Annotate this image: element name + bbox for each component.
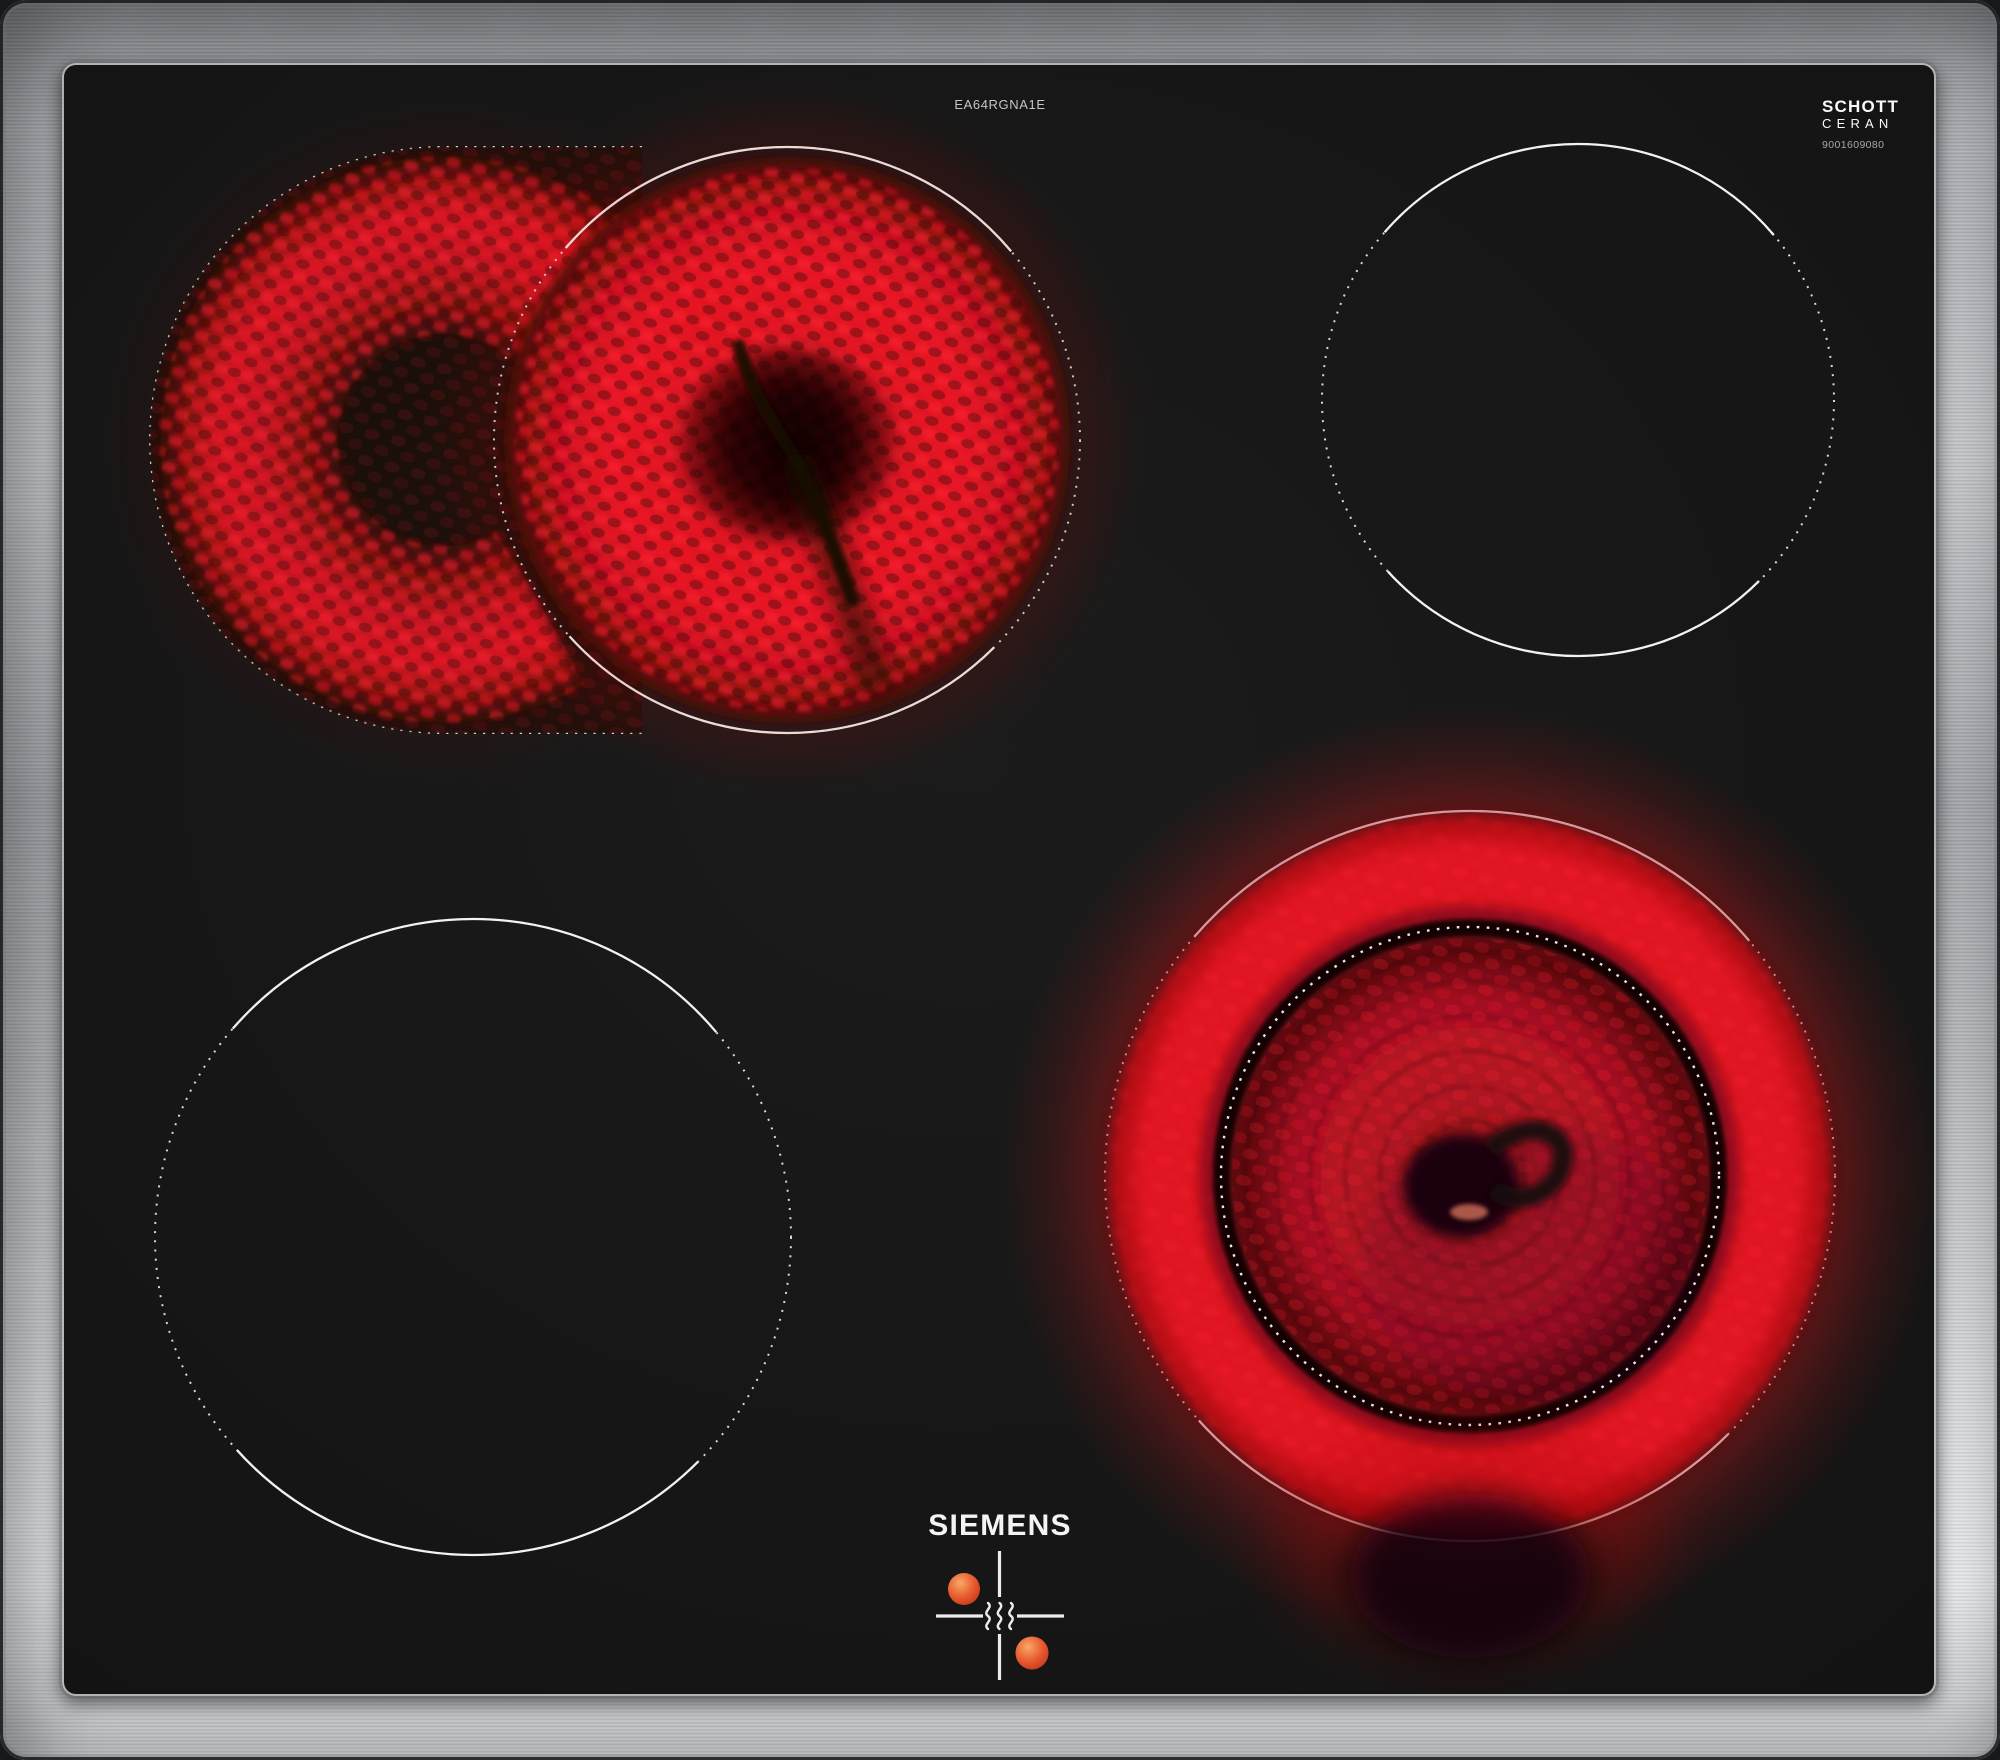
schott-logo-line1: SCHOTT [1822,97,1900,116]
glass-serial-number: 9001609080 [1822,139,1885,151]
zone-front-left-outline-solid [155,919,791,1555]
zone-front-left-outline [155,919,791,1555]
zone-rear-right-outline-dotted [1322,144,1834,656]
schott-ceran-logo: SCHOTT CERAN 9001609080 [1822,98,1962,151]
zone-rear-left-dual-glowing [150,142,1085,738]
hot-zone-dot-rear [948,1573,980,1605]
model-code-label: EA64RGNA1E [954,97,1046,112]
steam-icon [986,1603,1012,1629]
cooktop-product-image: EA64RGNA1E SCHOTT CERAN 9001609080 SIEME… [0,0,2000,1760]
cooking-zones-graphic [0,0,2000,1760]
zone-rear-right-outline-solid [1322,144,1834,656]
zone-rear-right-outline [1322,144,1834,656]
hot-zone-dot-front [1016,1637,1049,1670]
residual-heat-indicator [936,1551,1064,1680]
zone-front-right-connector-shadow [1350,1494,1590,1658]
schott-logo-line2: CERAN [1822,116,1894,131]
zone-front-left-outline-dotted [155,919,791,1555]
siemens-logo: SIEMENS [928,1509,1072,1542]
